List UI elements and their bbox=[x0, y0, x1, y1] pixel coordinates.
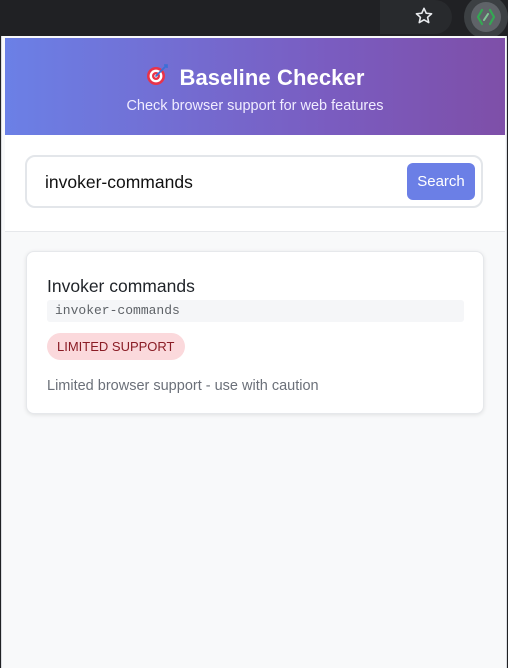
feature-name: Invoker commands bbox=[47, 276, 195, 296]
app-subtitle: Check browser support for web features bbox=[126, 98, 384, 114]
baseline-extension-icon bbox=[471, 2, 501, 32]
feature-id: invoker-commands bbox=[47, 300, 464, 322]
popup-header: Baseline Checker Check browser support f… bbox=[5, 38, 505, 135]
bookmark-star-icon[interactable] bbox=[410, 4, 438, 28]
search-input[interactable] bbox=[45, 170, 375, 194]
support-description: Limited browser support - use with cauti… bbox=[47, 378, 319, 394]
browser-toolbar bbox=[0, 0, 508, 39]
support-status-badge: LIMITED SUPPORT bbox=[47, 333, 185, 360]
title-row: Baseline Checker bbox=[5, 63, 505, 92]
search-button[interactable]: Search bbox=[407, 163, 475, 200]
extension-popup: Baseline Checker Check browser support f… bbox=[1, 36, 507, 668]
search-section: Search bbox=[5, 135, 505, 232]
search-box: Search bbox=[25, 155, 483, 208]
dart-target-icon bbox=[145, 63, 169, 92]
app-title: Baseline Checker bbox=[179, 64, 365, 90]
result-card: Invoker commands invoker-commands LIMITE… bbox=[26, 251, 484, 414]
extension-button[interactable] bbox=[464, 0, 508, 39]
